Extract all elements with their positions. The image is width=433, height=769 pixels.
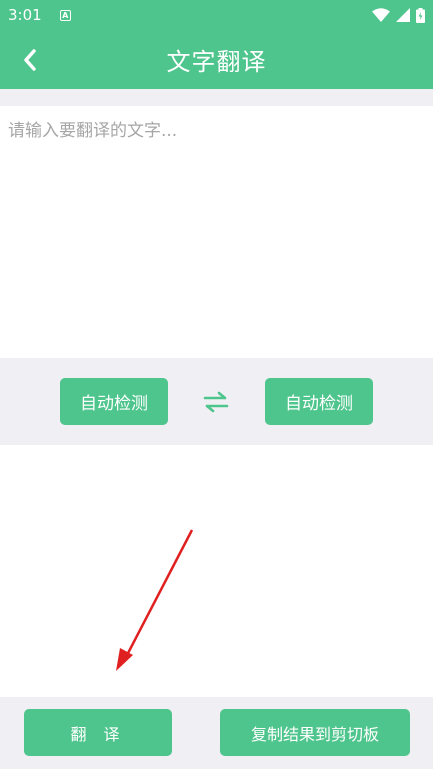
translate-button[interactable]: 翻 译 — [24, 709, 172, 756]
bottom-bar: 翻 译 复制结果到剪切板 — [0, 697, 433, 769]
signal-icon — [396, 8, 410, 22]
language-bar: 自动检测 自动检测 — [0, 358, 433, 445]
notification-app-icon: A — [59, 9, 71, 21]
swap-arrows-icon — [203, 391, 229, 413]
app-bar: 文字翻译 — [0, 30, 433, 89]
target-language-button[interactable]: 自动检测 — [265, 378, 373, 425]
status-bar: 3:01 A — [0, 0, 433, 30]
wifi-icon — [372, 8, 390, 22]
divider — [0, 89, 433, 106]
chevron-left-icon — [24, 49, 36, 71]
source-language-button[interactable]: 自动检测 — [60, 378, 168, 425]
result-area — [0, 445, 433, 697]
battery-icon — [416, 7, 425, 23]
copy-result-button[interactable]: 复制结果到剪切板 — [220, 709, 410, 756]
page-title: 文字翻译 — [166, 48, 267, 76]
status-time: 3:01 — [8, 6, 42, 24]
source-text-input[interactable] — [0, 106, 433, 358]
swap-languages-button[interactable] — [200, 386, 232, 418]
annotation-arrow-icon — [116, 529, 194, 671]
back-button[interactable] — [12, 44, 48, 76]
status-icons — [372, 7, 425, 23]
